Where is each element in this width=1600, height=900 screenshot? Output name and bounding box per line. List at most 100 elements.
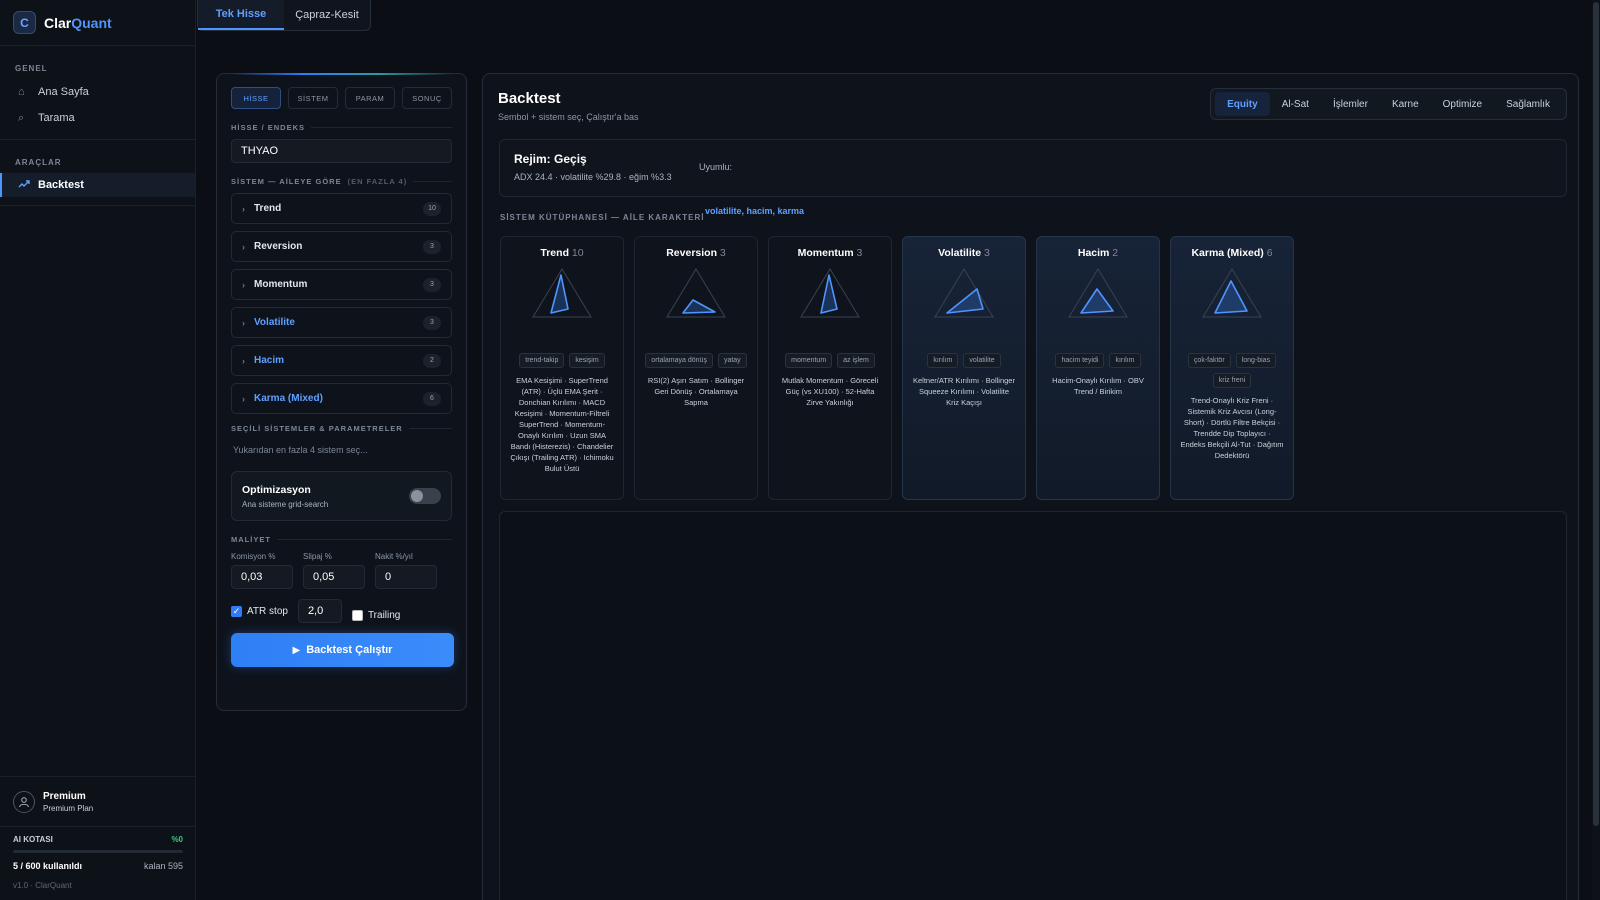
stop-row: ✓ ATR stop 2,0 Trailing xyxy=(231,599,452,623)
family-item-reversion[interactable]: › Reversion 3 xyxy=(231,231,452,262)
family-card-desc: RSI(2) Aşırı Satım · Bollinger Geri Dönü… xyxy=(647,376,745,407)
sidebar-item-label: Backtest xyxy=(38,179,84,191)
library-caption: SİSTEM KÜTÜPHANESİ — AİLE KARAKTERİ xyxy=(500,213,705,222)
scrollbar[interactable] xyxy=(1592,0,1600,900)
symbol-input[interactable] xyxy=(231,139,452,163)
family-card[interactable]: Hacim 2 hacim teyidi kırılım Hacim-Onaylı K… xyxy=(1036,236,1160,500)
cash-rate-field: Nakit %/yıl 0 xyxy=(375,552,437,589)
tab-saglamlik[interactable]: Sağlamlık xyxy=(1494,92,1562,116)
mode-tabs: Tek Hisse Çapraz-Kesit xyxy=(197,0,371,31)
quota-left: kalan 595 xyxy=(143,861,183,871)
step-tab-param[interactable]: PARAM xyxy=(345,87,395,109)
atr-stop-checkbox[interactable]: ✓ xyxy=(231,605,242,617)
family-card[interactable]: Reversion 3 ortalamaya dönüş yatay RSI(2) A… xyxy=(634,236,758,500)
family-card-title: Trend 10 xyxy=(540,247,584,259)
system-caption: SİSTEM — AİLEYE GÖRE (EN FAZLA 4) xyxy=(231,177,452,186)
family-card-tags: trend-takip kesişim xyxy=(501,353,623,368)
radar-triangle-icon xyxy=(666,268,726,318)
tag: long-bias xyxy=(1235,353,1277,368)
family-card-title: Volatilite 3 xyxy=(938,247,990,259)
family-card[interactable]: Momentum 3 momentum az işlem Mutlak Momentu… xyxy=(768,236,892,500)
optimization-title: Optimizasyon xyxy=(242,483,311,496)
run-backtest-button[interactable]: ▶ Backtest Çalıştır xyxy=(231,633,454,667)
sidebar-item-tarama[interactable]: ⌕ Tarama xyxy=(0,105,195,131)
atr-stop-input[interactable]: 2,0 xyxy=(297,599,342,623)
step-tab-hisse[interactable]: HİSSE xyxy=(231,87,281,109)
tab-karne[interactable]: Karne xyxy=(1380,92,1431,116)
optimization-box: Optimizasyon Ana sisteme grid-search xyxy=(231,471,452,521)
app-logo[interactable]: C ClarQuant xyxy=(0,0,195,46)
radar-triangle-icon xyxy=(1202,268,1262,318)
family-count: 3 xyxy=(423,239,441,254)
family-list: › Trend 10 › Reversion 3 › Momentum 3 › Volatil… xyxy=(231,193,452,414)
tab-tek-hisse[interactable]: Tek Hisse xyxy=(198,0,284,30)
family-count: 2 xyxy=(423,353,441,368)
cash-rate-input[interactable]: 0 xyxy=(375,565,437,589)
logo-mark: C xyxy=(13,11,36,34)
regime-stats: ADX 24.4 · volatilite %29.8 · eğim %3.3 xyxy=(514,172,672,182)
optimization-subtitle: Ana sisteme grid-search xyxy=(242,499,329,509)
app-name: ClarQuant xyxy=(44,14,112,31)
family-card[interactable]: Karma (Mixed) 6 çok-faktör long-bias kriz f… xyxy=(1170,236,1294,500)
selected-caption: SEÇİLİ SİSTEMLER & PARAMETRELER xyxy=(231,424,452,433)
sidebar-item-backtest[interactable]: Backtest xyxy=(0,173,195,197)
family-card-title: Karma (Mixed) 6 xyxy=(1191,247,1273,259)
quota-percent: %0 xyxy=(171,835,183,844)
family-item-volatilite[interactable]: › Volatilite 3 xyxy=(231,307,452,338)
slippage-input[interactable]: 0,05 xyxy=(303,565,365,589)
slippage-field: Slipaj % 0,05 xyxy=(303,552,365,589)
family-card-title: Reversion 3 xyxy=(666,247,726,259)
family-item-hacim[interactable]: › Hacim 2 xyxy=(231,345,452,376)
trailing-checkbox[interactable] xyxy=(351,609,363,621)
step-tab-sistem[interactable]: SİSTEM xyxy=(288,87,338,109)
tab-capraz-kesit[interactable]: Çapraz-Kesit xyxy=(284,0,370,30)
optimization-toggle[interactable] xyxy=(409,488,441,504)
expand-icon: › xyxy=(242,355,245,366)
family-card-desc: EMA Kesişimi · SuperTrend (ATR) · Üçlü E… xyxy=(510,376,614,473)
tag: ortalamaya dönüş xyxy=(645,353,713,368)
home-icon: ⌂ xyxy=(18,86,25,98)
family-card[interactable]: Volatilite 3 kırılım volatilite Keltner/ATR… xyxy=(902,236,1026,500)
tag: kriz freni xyxy=(1212,373,1252,388)
family-card-tags: hacim teyidi kırılım xyxy=(1037,353,1159,368)
family-item-momentum[interactable]: › Momentum 3 xyxy=(231,269,452,300)
selected-hint: Yukarıdan en fazla 4 sistem seç... xyxy=(233,445,368,455)
tab-al-sat[interactable]: Al-Sat xyxy=(1270,92,1321,116)
chart-line-icon xyxy=(18,179,32,192)
tag: volatilite xyxy=(963,353,1001,368)
symbol-caption: HİSSE / ENDEKS xyxy=(231,123,452,132)
sidebar-item-label: Ana Sayfa xyxy=(38,86,89,98)
family-card-desc: Trend-Onaylı Kriz Freni · Sistemik Kriz … xyxy=(1180,396,1284,460)
family-card[interactable]: Trend 10 trend-takip kesişim EMA Kesişimi ·… xyxy=(500,236,624,500)
regime-compat: Uyumlu: volatilite, hacim, karma xyxy=(699,162,810,216)
user-profile[interactable]: Premium Premium Plan xyxy=(0,776,196,826)
expand-icon: › xyxy=(242,317,245,328)
regime-compat-tags: volatilite, hacim, karma xyxy=(705,206,805,216)
regime-title: Rejim: Geçiş xyxy=(514,152,587,166)
family-cards: Trend 10 trend-takip kesişim EMA Kesişimi ·… xyxy=(500,236,1294,500)
expand-icon: › xyxy=(242,393,245,404)
tab-optimize[interactable]: Optimize xyxy=(1431,92,1494,116)
scrollbar-thumb[interactable] xyxy=(1593,2,1599,826)
trailing-label: Trailing xyxy=(367,609,401,621)
family-item-trend[interactable]: › Trend 10 xyxy=(231,193,452,224)
user-plan: Premium Plan xyxy=(43,803,94,813)
sidebar-item-label: Tarama xyxy=(38,112,75,124)
family-card-title: Hacim 2 xyxy=(1077,247,1119,259)
step-tabs: HİSSE SİSTEM PARAM SONUÇ xyxy=(231,87,452,109)
cost-row: Komisyon % 0,03 Slipaj % 0,05 Nakit %/yıl 0 xyxy=(231,552,452,589)
family-card-desc: Hacim-Onaylı Kırılım · OBV Trend / Birik… xyxy=(1052,376,1144,396)
expand-icon: › xyxy=(242,241,245,252)
step-tab-sonuc[interactable]: SONUÇ xyxy=(402,87,452,109)
app-version: v1.0 · ClarQuant xyxy=(13,881,72,890)
radar-triangle-icon xyxy=(1068,268,1128,318)
tab-islemler[interactable]: İşlemler xyxy=(1321,92,1380,116)
commission-input[interactable]: 0,03 xyxy=(231,565,293,589)
tab-equity[interactable]: Equity xyxy=(1215,92,1270,116)
result-tabs: Equity Al-Sat İşlemler Karne Optimize Sa… xyxy=(1210,88,1567,120)
family-item-karma[interactable]: › Karma (Mixed) 6 xyxy=(231,383,452,414)
sidebar-item-ana-sayfa[interactable]: ⌂ Ana Sayfa xyxy=(0,79,195,105)
radar-triangle-icon xyxy=(800,268,860,318)
page-title: Backtest xyxy=(498,90,561,107)
expand-icon: › xyxy=(242,203,245,214)
